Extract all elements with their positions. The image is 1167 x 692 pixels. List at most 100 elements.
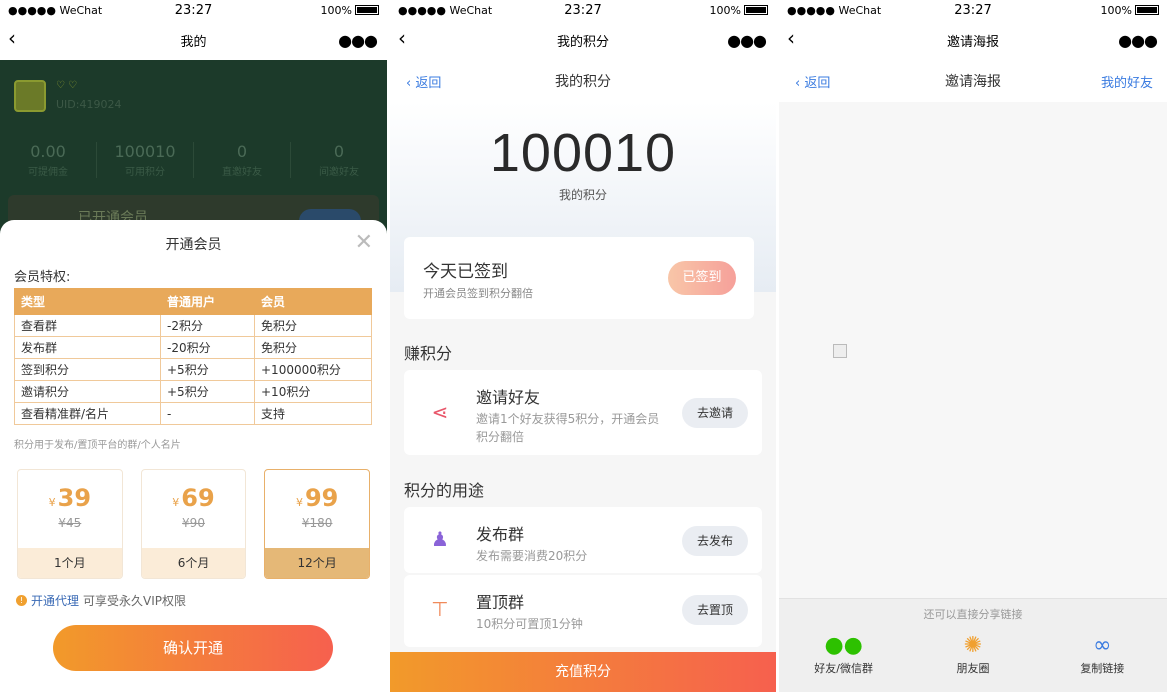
moments-icon: ✺ (963, 633, 983, 658)
agent-row: ! 开通代理 可享受永久VIP权限 (16, 592, 186, 609)
table-row: 签到积分 +5积分 +100000积分 (14, 358, 372, 381)
plan-old-price: ¥180 (301, 516, 333, 530)
points-note: 积分用于发布/置顶平台的群/个人名片 (14, 440, 181, 451)
plan-option-1-month[interactable]: ¥39 ¥45 1个月 (17, 469, 123, 579)
more-icon[interactable]: ●●● (1118, 31, 1158, 50)
agent-link[interactable]: 开通代理 (31, 592, 79, 609)
share-panel: 还可以直接分享链接 ●● 好友/微信群 ✺ 朋友圈 ∞ 复制链接 (779, 598, 1167, 692)
table-header: 类型 (14, 288, 161, 315)
share-wechat[interactable]: ●● 好友/微信群 (779, 632, 908, 676)
use-section-title: 积分的用途 (404, 481, 485, 500)
more-icon[interactable]: ●●● (338, 31, 378, 50)
plan-option-12-months[interactable]: ¥99 ¥180 12个月 (264, 469, 371, 579)
page-title: 邀请海报 (945, 74, 1001, 90)
earn-section-title: 赚积分 (404, 344, 453, 363)
more-icon[interactable]: ●●● (727, 31, 767, 50)
plan-old-price: ¥45 (58, 516, 82, 530)
battery-percent: 100% (709, 3, 741, 17)
carrier: ●●●●● WeChat (8, 3, 103, 17)
top-button[interactable]: 去置顶 (682, 595, 748, 625)
group-add-icon: ♟ (431, 527, 449, 551)
battery-percent: 100% (1100, 3, 1132, 17)
status-bar: ●●●●● WeChat 23:27 100% (779, 0, 1167, 20)
publish-button[interactable]: 去发布 (682, 526, 748, 556)
avatar (14, 80, 46, 112)
phone-points: ●●●●● WeChat 23:27 100% ‹ 我的积分 ●●● ‹ 返回 … (390, 0, 776, 692)
nav-bar: ‹ 我的 ●●● (0, 20, 387, 60)
back-icon[interactable]: ‹ (398, 28, 406, 48)
card-title: 邀请好友 (476, 388, 541, 407)
plan-price: 39 (57, 484, 92, 512)
invite-button[interactable]: 去邀请 (682, 398, 748, 428)
stat: 0 间邀好友 (319, 142, 359, 178)
back-link[interactable]: ‹ 返回 (795, 72, 830, 91)
back-icon[interactable]: ‹ (787, 28, 795, 48)
card-desc: 邀请1个好友获得5积分，开通会员积分翻倍 (476, 412, 660, 444)
phone-my: ●●●●● WeChat 23:27 100% ‹ 我的 ●●● ♡ ♡ UID… (0, 0, 387, 692)
status-bar: ●●●●● WeChat 23:27 100% (0, 0, 387, 20)
page-header: ‹ 返回 邀请海报 我的好友 (779, 60, 1167, 102)
badge-icons: ♡ ♡ (56, 80, 78, 91)
pin-top-icon: ⊤ (431, 597, 449, 621)
table-row: 发布群 -20积分 免积分 (14, 336, 372, 359)
table-row: 查看群 -2积分 免积分 (14, 314, 372, 337)
table-header: 普通用户 (160, 288, 255, 315)
page-title: 我的积分 (555, 74, 611, 90)
user-id: UID:419024 (56, 98, 122, 111)
table-row: 邀请积分 +5积分 +10积分 (14, 380, 372, 403)
nav-title: 邀请海报 (946, 34, 999, 50)
nav-bar: ‹ 邀请海报 ●●● (779, 20, 1167, 60)
battery-icon (355, 5, 379, 15)
back-icon[interactable]: ‹ (8, 28, 16, 48)
share-tip: 还可以直接分享链接 (923, 608, 1023, 621)
plan-duration: 1个月 (18, 548, 122, 578)
phone-poster: ●●●●● WeChat 23:27 100% ‹ 邀请海报 ●●● ‹ 返回 … (779, 0, 1167, 692)
signed-button[interactable]: 已签到 (668, 261, 736, 295)
recharge-button[interactable]: 充值积分 (390, 652, 776, 692)
stat: 0 直邀好友 (194, 142, 291, 178)
card-title: 置顶群 (476, 593, 525, 612)
card-desc: 10积分可置顶1分钟 (476, 617, 583, 631)
stats-row: 0.00 可提佣金 100010 可用积分 0 直邀好友 0 间邀好友 (0, 142, 387, 178)
carrier: ●●●●● WeChat (398, 3, 493, 17)
info-icon: ! (16, 595, 27, 606)
confirm-button[interactable]: 确认开通 (53, 625, 333, 671)
plan-duration: 6个月 (141, 548, 246, 578)
plan-option-6-months[interactable]: ¥69 ¥90 6个月 (140, 469, 247, 579)
wechat-icon: ●● (824, 633, 863, 658)
plan-list: ¥39 ¥45 1个月 ¥69 ¥90 6个月 ¥99 ¥180 12个月 (17, 469, 371, 579)
stat: 100010 可用积分 (97, 142, 194, 178)
battery-icon (744, 5, 768, 15)
publish-card: ♟ 发布群 发布需要消费20积分 去发布 (404, 507, 762, 573)
agent-text: 可享受永久VIP权限 (83, 594, 187, 608)
sign-in-card: 今天已签到 开通会员签到积分翻倍 已签到 (404, 237, 754, 319)
privileges-table: 类型 普通用户 会员 查看群 -2积分 免积分 发布群 -20积分 免积分 签到积分 +5… (14, 288, 372, 425)
sign-subtitle: 开通会员签到积分翻倍 (423, 287, 533, 300)
broken-image-icon (833, 344, 847, 358)
battery-percent: 100% (320, 3, 352, 17)
link-icon: ∞ (1093, 633, 1112, 658)
share-copy-link[interactable]: ∞ 复制链接 (1038, 632, 1167, 676)
battery-icon (1135, 5, 1159, 15)
close-icon[interactable]: ✕ (355, 230, 373, 255)
stat: 0.00 可提佣金 (0, 142, 97, 178)
invite-card: ⋖ 邀请好友 邀请1个好友获得5积分，开通会员积分翻倍 去邀请 (404, 370, 762, 455)
plan-price: 99 (304, 484, 339, 512)
card-title: 发布群 (476, 525, 525, 544)
privileges-label: 会员特权: (14, 270, 71, 285)
plan-duration: 12个月 (265, 548, 370, 578)
plan-price: 69 (181, 484, 215, 512)
sheet-title: 开通会员 (165, 237, 222, 253)
points-value: 100010 (489, 123, 677, 183)
share-icon: ⋖ (431, 400, 449, 424)
vip-sheet: 开通会员 ✕ 会员特权: 类型 普通用户 会员 查看群 -2积分 免积分 发布群 -2… (0, 220, 387, 692)
nav-title: 我的 (180, 34, 207, 50)
status-bar: ●●●●● WeChat 23:27 100% (390, 0, 776, 20)
share-moments[interactable]: ✺ 朋友圈 (908, 632, 1037, 676)
points-label: 我的积分 (558, 188, 607, 202)
back-link[interactable]: ‹ 返回 (406, 72, 441, 91)
carrier: ●●●●● WeChat (787, 3, 882, 17)
my-friends-link[interactable]: 我的好友 (1101, 72, 1153, 91)
top-card: ⊤ 置顶群 10积分可置顶1分钟 去置顶 (404, 575, 762, 647)
sign-title: 今天已签到 (423, 262, 508, 282)
